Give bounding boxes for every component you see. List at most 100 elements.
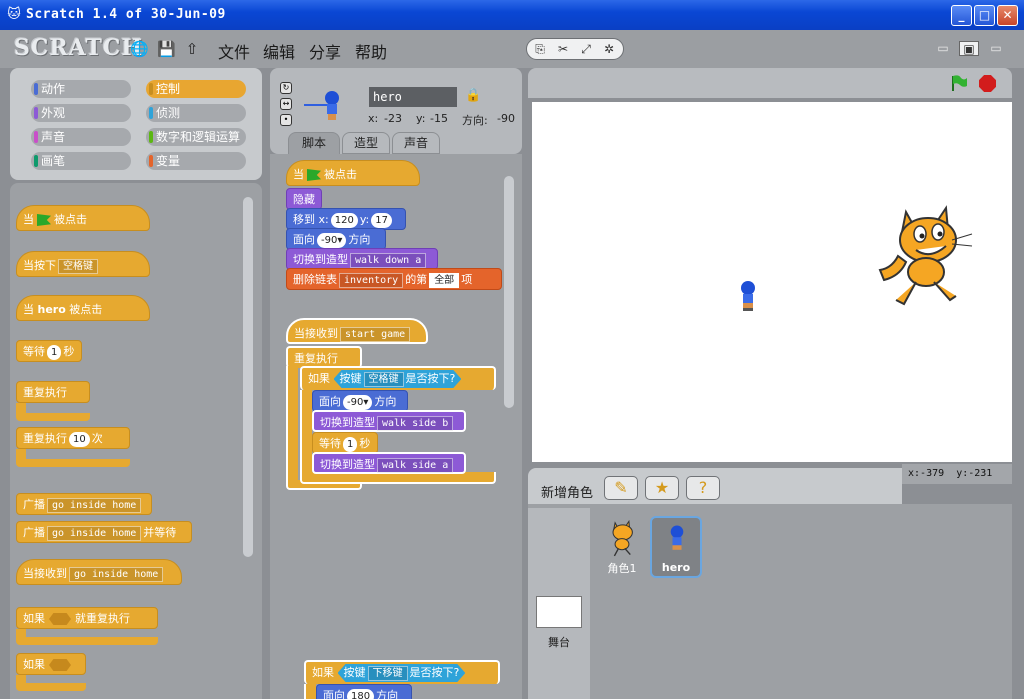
category-control[interactable]: 控制 bbox=[146, 80, 246, 98]
key-pressed-condition-2[interactable]: 按键 下移键 是否按下? bbox=[338, 664, 466, 682]
category-sound[interactable]: 声音 bbox=[31, 128, 131, 146]
menu-share[interactable]: 分享 bbox=[309, 39, 341, 63]
green-flag-icon bbox=[307, 169, 321, 181]
small-stage-icon[interactable]: ▭ bbox=[933, 41, 953, 56]
menu-bar: SCRATCH 🌐 💾 ⇧ 文件 编辑 分享 帮助 ⎘ ✂ ⤢ ✲ ▭ ▣ ▭ bbox=[0, 30, 1024, 68]
script-goto-block[interactable]: 移到 x: 120 y: 17 bbox=[286, 208, 406, 230]
block-palette: 当被点击 当按下 空格键 当 hero 被点击 等待 1 秒 重复执行 重复执行 10 次… bbox=[10, 183, 262, 699]
share-icon[interactable]: ⇧ bbox=[183, 40, 201, 58]
stage-header bbox=[528, 68, 1012, 98]
title-bar: 🐱 Scratch 1.4 of 30-Jun-09 _ □ ✕ bbox=[0, 0, 1024, 30]
category-pen[interactable]: 画笔 bbox=[31, 152, 131, 170]
palette-broadcast-block[interactable]: 广播 go inside home bbox=[16, 493, 152, 515]
tool-bar: ⎘ ✂ ⤢ ✲ bbox=[526, 38, 624, 60]
sprite-x-label: x: bbox=[368, 112, 379, 125]
palette-broadcast-wait-block[interactable]: 广播 go inside home 并等待 bbox=[16, 521, 192, 543]
hero-sprite[interactable] bbox=[738, 280, 758, 312]
rotate-style-icon[interactable]: ↻ bbox=[280, 82, 292, 94]
sprite-preview bbox=[304, 91, 339, 120]
stage-thumbnail[interactable] bbox=[536, 596, 582, 628]
window-title: Scratch 1.4 of 30-Jun-09 bbox=[26, 7, 226, 22]
normal-stage-icon[interactable]: ▣ bbox=[959, 41, 979, 56]
palette-when-flag-block[interactable]: 当被点击 bbox=[16, 205, 150, 231]
scripts-area: 当被点击 隐藏 移到 x: 120 y: 17 面向 -90▾ 方向 切换到造型 walk … bbox=[270, 154, 522, 699]
category-looks[interactable]: 外观 bbox=[31, 104, 131, 122]
palette-forever-if-block[interactable]: 如果 就重复执行 bbox=[16, 607, 158, 629]
script-forever-block[interactable]: 重复执行 bbox=[286, 346, 362, 368]
grow-icon[interactable]: ⤢ bbox=[577, 41, 595, 57]
script-if-block[interactable]: 如果 按键 空格键 是否按下? bbox=[300, 366, 496, 390]
palette-scrollbar[interactable] bbox=[243, 197, 253, 557]
script-switch-costume-block-3[interactable]: 切换到造型 walk side a bbox=[312, 452, 466, 474]
category-panel: 动作 控制 外观 侦测 声音 数字和逻辑运算 画笔 变量 bbox=[10, 68, 262, 180]
script-switch-costume-block-2[interactable]: 切换到造型 walk side b bbox=[312, 410, 466, 432]
palette-forever-block[interactable]: 重复执行 bbox=[16, 381, 90, 403]
tab-costumes[interactable]: 造型 bbox=[342, 132, 390, 154]
category-operators[interactable]: 数字和逻辑运算 bbox=[146, 128, 246, 146]
duplicate-icon[interactable]: ⎘ bbox=[531, 41, 549, 57]
green-flag-icon bbox=[37, 214, 51, 226]
script-switch-costume-block[interactable]: 切换到造型 walk down a bbox=[286, 248, 438, 270]
green-flag-button[interactable] bbox=[950, 74, 968, 92]
tab-sounds[interactable]: 声音 bbox=[392, 132, 440, 154]
lock-icon[interactable]: 🔒 bbox=[465, 88, 481, 103]
maximize-button[interactable]: □ bbox=[974, 5, 995, 26]
cat-thumbnail-icon bbox=[612, 520, 633, 557]
scripts-scrollbar[interactable] bbox=[504, 176, 514, 408]
menu-help[interactable]: 帮助 bbox=[355, 39, 387, 63]
palette-wait-block[interactable]: 等待 1 秒 bbox=[16, 340, 82, 362]
no-rotate-icon[interactable]: • bbox=[280, 114, 292, 126]
stop-button[interactable] bbox=[979, 75, 996, 92]
sprite-thumb-hero[interactable]: hero bbox=[650, 516, 702, 578]
sprite-list: 舞台 角色1 hero bbox=[528, 504, 1012, 699]
cat-sprite[interactable] bbox=[876, 204, 976, 314]
flip-style-icon[interactable]: ↔ bbox=[280, 98, 292, 110]
stage-label: 舞台 bbox=[548, 636, 570, 649]
tab-scripts[interactable]: 脚本 bbox=[288, 132, 340, 154]
choose-sprite-button[interactable]: ★ bbox=[645, 476, 679, 500]
sprite-name-label: hero bbox=[661, 561, 691, 574]
stage-selector[interactable]: 舞台 bbox=[528, 508, 590, 699]
palette-when-receive-block[interactable]: 当接收到 go inside home bbox=[16, 559, 182, 585]
menu-edit[interactable]: 编辑 bbox=[263, 39, 295, 63]
script-hide-block[interactable]: 隐藏 bbox=[286, 188, 322, 210]
shrink-icon[interactable]: ✲ bbox=[600, 41, 618, 57]
random-sprite-button[interactable]: ? bbox=[686, 476, 720, 500]
script-point-direction-block[interactable]: 面向 -90▾ 方向 bbox=[286, 228, 386, 250]
menu-file[interactable]: 文件 bbox=[218, 39, 250, 63]
key-pressed-condition[interactable]: 按键 空格键 是否按下? bbox=[334, 370, 462, 388]
category-sensing[interactable]: 侦测 bbox=[146, 104, 246, 122]
minimize-button[interactable]: _ bbox=[951, 5, 972, 26]
palette-when-sprite-clicked-block[interactable]: 当 hero 被点击 bbox=[16, 295, 150, 321]
sprite-y-value: -15 bbox=[430, 112, 448, 125]
script-if-block-2[interactable]: 如果 按键 下移键 是否按下? bbox=[304, 660, 500, 684]
presentation-icon[interactable]: ▭ bbox=[986, 41, 1006, 56]
paint-new-sprite-button[interactable]: ✎ bbox=[604, 476, 638, 500]
close-button[interactable]: ✕ bbox=[997, 5, 1018, 26]
script-point-direction-block-2[interactable]: 面向 -90▾ 方向 bbox=[312, 390, 408, 412]
sprite-x-value: -23 bbox=[384, 112, 402, 125]
hero-thumbnail-icon bbox=[670, 525, 684, 550]
category-variables[interactable]: 变量 bbox=[146, 152, 246, 170]
sprite-direction-value: -90 bbox=[497, 112, 515, 125]
palette-if-block[interactable]: 如果 bbox=[16, 653, 86, 675]
delete-icon[interactable]: ✂ bbox=[554, 41, 572, 57]
save-icon[interactable]: 💾 bbox=[157, 40, 176, 58]
script-point-direction-block-3[interactable]: 面向 180 方向 bbox=[316, 684, 412, 699]
script-delete-list-block[interactable]: 删除链表 inventory 的第 全部项 bbox=[286, 268, 502, 290]
script-when-receive-block[interactable]: 当接收到 start game bbox=[286, 318, 428, 344]
category-motion[interactable]: 动作 bbox=[31, 80, 131, 98]
mouse-coordinates: x:-379 y:-231 bbox=[902, 464, 1012, 484]
script-wait-block[interactable]: 等待 1 秒 bbox=[312, 432, 378, 454]
stage-canvas[interactable] bbox=[532, 102, 1012, 462]
sprite-thumb-cat[interactable]: 角色1 bbox=[596, 516, 648, 578]
palette-repeat-block[interactable]: 重复执行 10 次 bbox=[16, 427, 130, 449]
sprite-name-field[interactable]: hero bbox=[369, 87, 457, 107]
sprite-direction-label: 方向: bbox=[462, 114, 488, 127]
script-when-flag-block[interactable]: 当被点击 bbox=[286, 160, 420, 186]
palette-when-key-block[interactable]: 当按下 空格键 bbox=[16, 251, 150, 277]
globe-icon[interactable]: 🌐 bbox=[130, 40, 149, 58]
sprite-name-label: 角色1 bbox=[607, 562, 637, 575]
new-sprite-label: 新增角色 bbox=[541, 486, 594, 501]
scratch-cat-icon: 🐱 bbox=[7, 7, 21, 22]
